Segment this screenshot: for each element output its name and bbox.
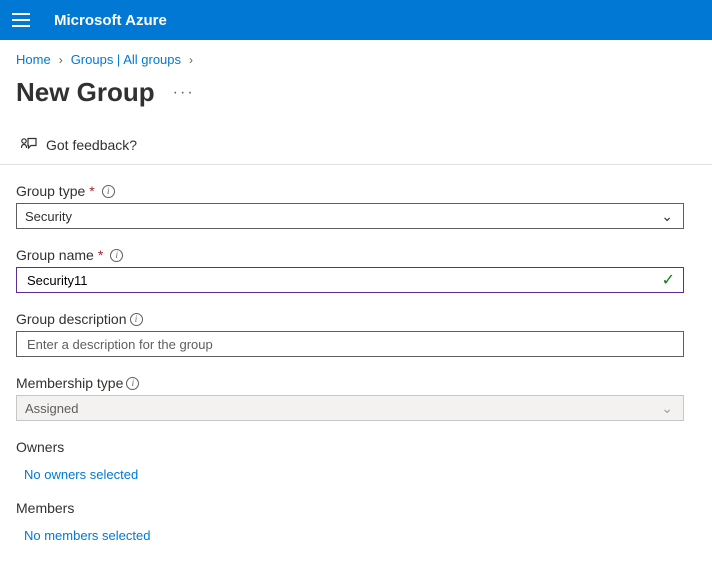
field-group-type: Group type * i Security ⌄ [16,183,696,229]
feedback-label: Got feedback? [46,137,137,153]
chevron-down-icon: ⌄ [661,208,673,225]
group-description-input-wrapper [16,331,684,357]
new-group-form: Group type * i Security ⌄ Group name * i… [0,165,712,581]
field-members: Members No members selected [16,500,696,543]
feedback-button[interactable]: Got feedback? [0,126,712,165]
required-marker: * [89,183,94,199]
brand-label: Microsoft Azure [54,12,167,29]
more-actions-button[interactable]: ··· [173,84,195,102]
field-owners: Owners No owners selected [16,439,696,482]
page-title-row: New Group ··· [0,71,712,126]
field-membership-type: Membership type i Assigned ⌄ [16,375,696,421]
field-group-description: Group description i [16,311,696,357]
info-icon[interactable]: i [130,313,143,326]
required-marker: * [98,247,103,263]
no-owners-link[interactable]: No owners selected [24,467,138,482]
breadcrumb-groups[interactable]: Groups | All groups [71,52,181,67]
info-icon[interactable]: i [110,249,123,262]
no-members-link[interactable]: No members selected [24,528,150,543]
chevron-down-icon: ⌄ [661,400,673,417]
page-title: New Group [16,77,155,108]
chevron-right-icon: › [189,53,193,67]
membership-type-value: Assigned [25,401,78,416]
field-group-name: Group name * i ✓ [16,247,696,293]
membership-type-label: Membership type [16,375,123,391]
portal-top-bar: Microsoft Azure [0,0,712,40]
breadcrumb-home[interactable]: Home [16,52,51,67]
breadcrumb: Home › Groups | All groups › [0,40,712,71]
group-description-label: Group description [16,311,127,327]
hamburger-menu-icon[interactable] [12,13,30,27]
info-icon[interactable]: i [126,377,139,390]
feedback-icon [20,136,38,154]
info-icon[interactable]: i [102,185,115,198]
group-name-input-wrapper: ✓ [16,267,684,293]
validation-check-icon: ✓ [662,270,675,290]
membership-type-select: Assigned ⌄ [16,395,684,421]
group-type-select[interactable]: Security ⌄ [16,203,684,229]
group-type-label: Group type [16,183,85,199]
group-type-value: Security [25,209,72,224]
group-description-input[interactable] [25,336,675,353]
owners-heading: Owners [16,439,696,455]
group-name-label: Group name [16,247,94,263]
members-heading: Members [16,500,696,516]
group-name-input[interactable] [25,272,656,289]
chevron-right-icon: › [59,53,63,67]
